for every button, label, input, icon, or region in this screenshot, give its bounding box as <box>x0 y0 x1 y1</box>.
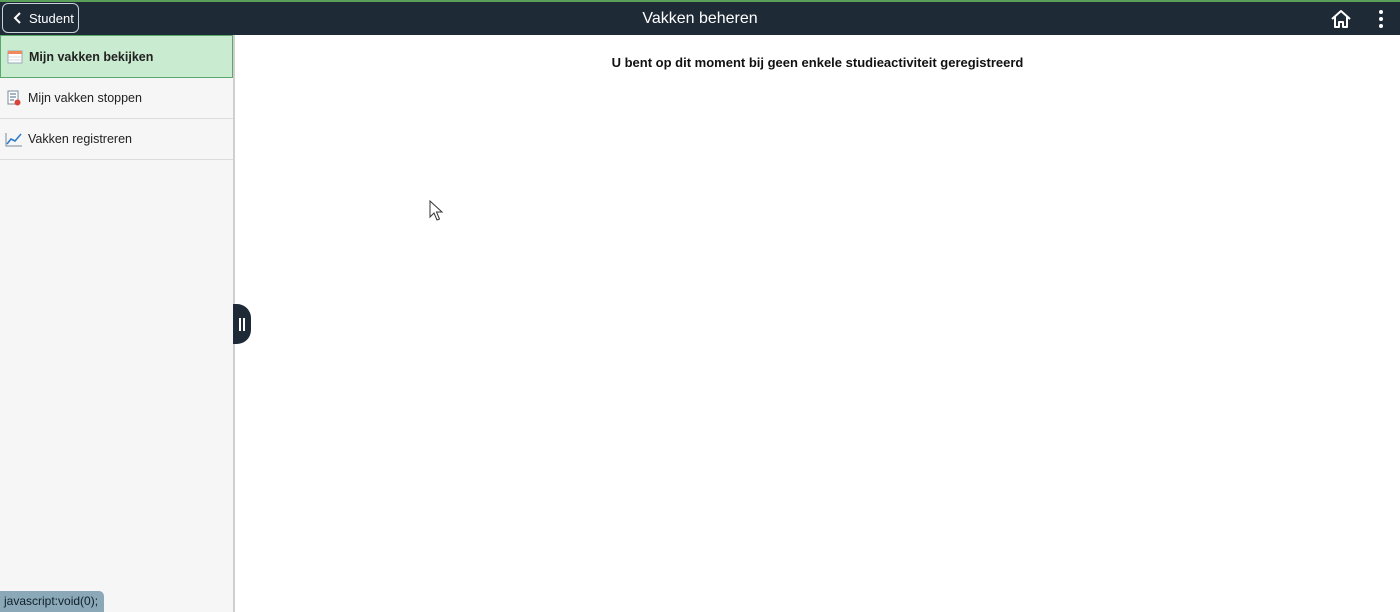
sidebar-collapse-handle[interactable] <box>233 304 251 344</box>
sidebar-item-vakken-registreren[interactable]: Vakken registreren <box>0 119 233 160</box>
more-vertical-icon[interactable] <box>1374 9 1388 29</box>
handle-grip-icon <box>239 317 241 331</box>
handle-grip-icon <box>243 317 245 331</box>
status-bar-url: javascript:void(0); <box>0 591 105 612</box>
home-icon[interactable] <box>1330 9 1352 29</box>
sidebar-item-mijn-vakken-stoppen[interactable]: Mijn vakken stoppen <box>0 78 233 119</box>
sidebar-item-label: Mijn vakken stoppen <box>28 91 142 105</box>
mouse-pointer-icon <box>429 200 444 221</box>
line-chart-icon <box>5 130 23 148</box>
page-title: Vakken beheren <box>642 10 758 27</box>
app-window: Student Vakken beheren Mijn vakken bekij… <box>0 0 1400 612</box>
empty-state-message: U bent op dit moment bij geen enkele stu… <box>611 55 1024 70</box>
sidebar: Mijn vakken bekijken Mijn vakken stoppen <box>0 35 235 612</box>
sidebar-item-mijn-vakken-bekijken[interactable]: Mijn vakken bekijken <box>0 35 233 78</box>
sidebar-item-label: Vakken registreren <box>28 132 132 146</box>
drop-list-icon <box>5 89 23 107</box>
calendar-icon <box>6 48 24 66</box>
sidebar-item-label: Mijn vakken bekijken <box>29 49 154 64</box>
header-bar: Student Vakken beheren <box>0 0 1400 35</box>
